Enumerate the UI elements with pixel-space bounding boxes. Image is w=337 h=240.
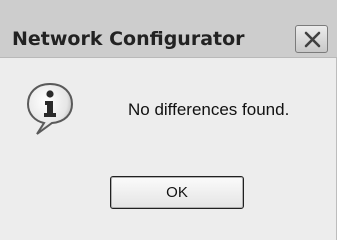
ok-button[interactable]: OK — [110, 176, 244, 209]
close-button[interactable] — [295, 25, 328, 53]
title-bar[interactable]: Network Configurator — [0, 0, 337, 58]
message-text: No differences found. — [128, 100, 290, 119]
message-dialog: Network Configurator No differences foun… — [0, 0, 337, 240]
close-icon — [304, 31, 321, 48]
information-icon — [24, 80, 76, 138]
ok-button-label: OK — [166, 184, 188, 201]
window-title: Network Configurator — [12, 28, 245, 50]
